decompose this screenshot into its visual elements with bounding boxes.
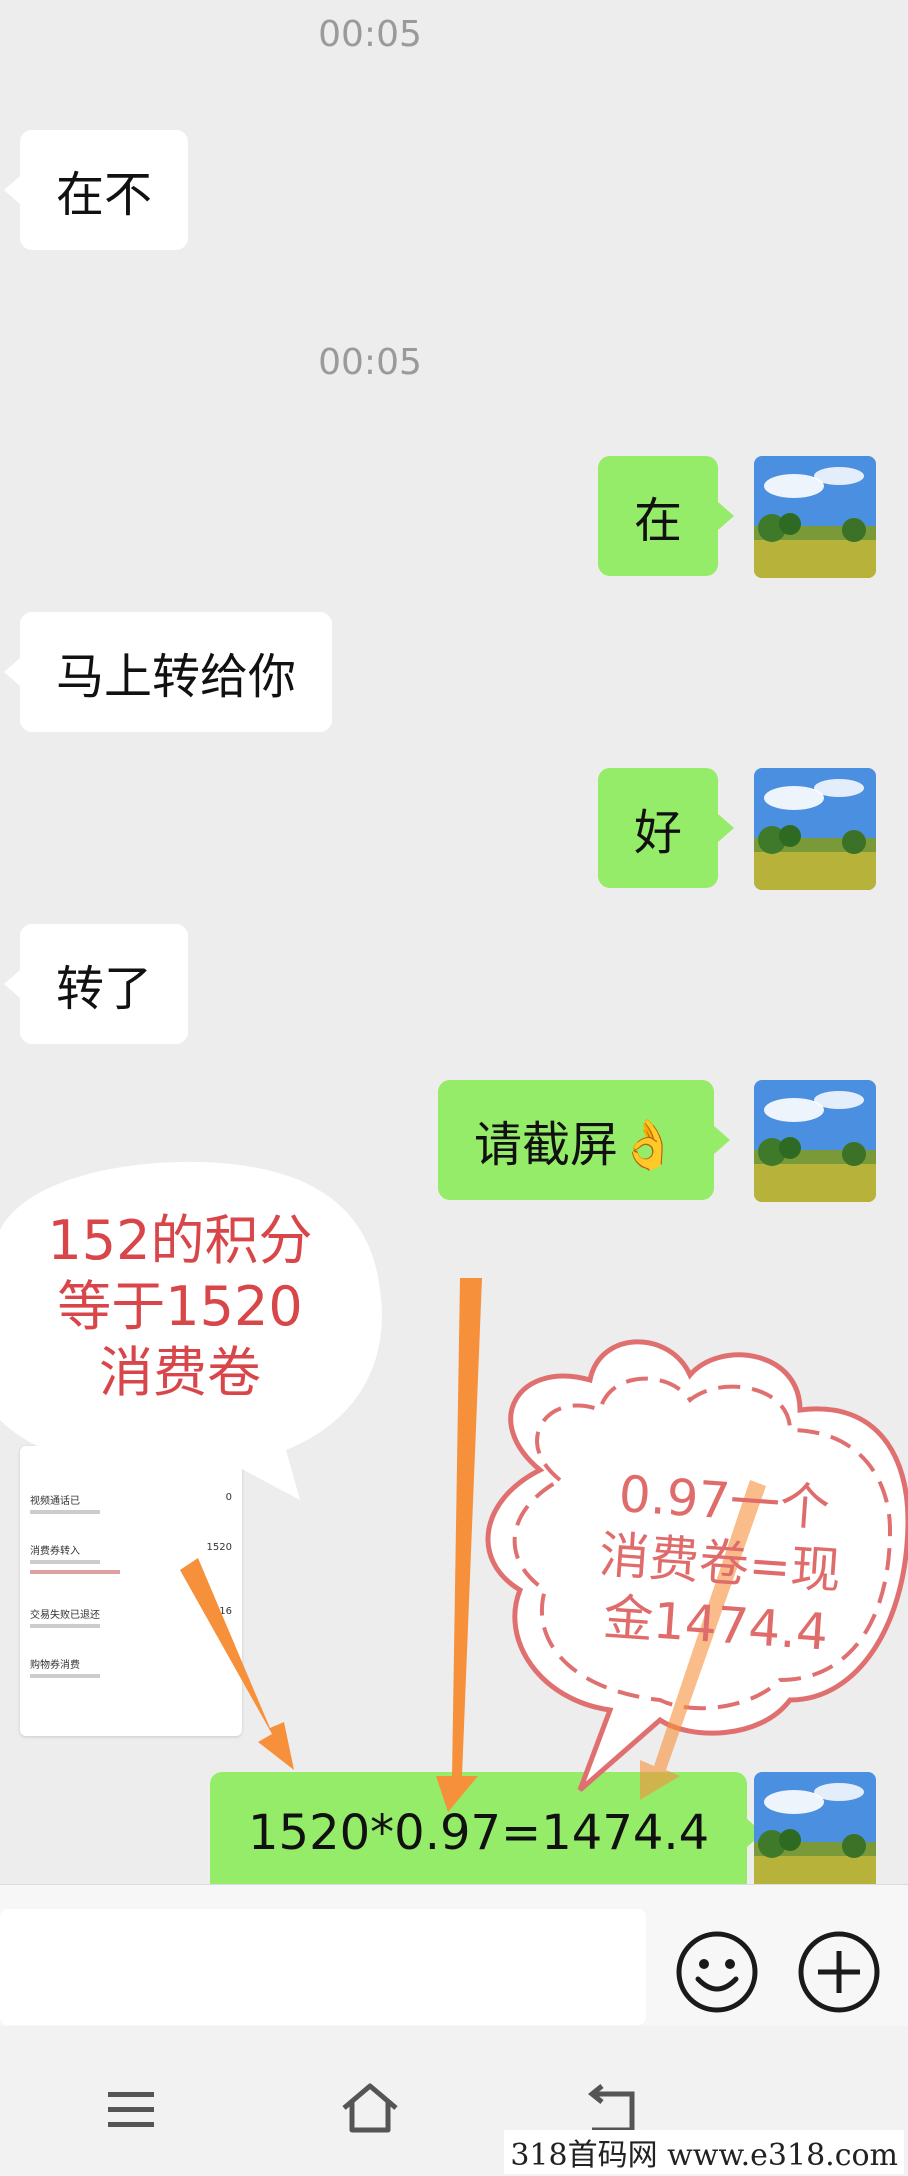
back-icon[interactable]: [584, 2084, 640, 2136]
watermark: 318首码网 www.e318.com: [504, 2130, 904, 2174]
annotation-line: 等于1520: [57, 1275, 303, 1338]
message-input[interactable]: [0, 1909, 646, 2025]
annotation-line: 消费卷: [99, 1341, 261, 1404]
plus-icon[interactable]: [796, 1929, 882, 2015]
message-input-bar: [0, 1884, 908, 2026]
annotation-text-right: 0.97一个 消费卷=现 金1474.4: [564, 1460, 876, 1666]
home-icon[interactable]: [340, 2082, 400, 2134]
menu-icon[interactable]: [106, 2090, 156, 2130]
annotation-line: 152的积分: [47, 1209, 313, 1272]
chat-area[interactable]: 00:05 在不 00:05 在 马上转给你 好 转了 请截屏👌 视频通话已 0…: [0, 0, 908, 1884]
annotation-text-left: 152的积分 等于1520 消费卷: [10, 1208, 350, 1406]
system-navigation-bar: 318首码网 www.e318.com: [0, 2026, 908, 2176]
smile-icon[interactable]: [674, 1929, 760, 2015]
